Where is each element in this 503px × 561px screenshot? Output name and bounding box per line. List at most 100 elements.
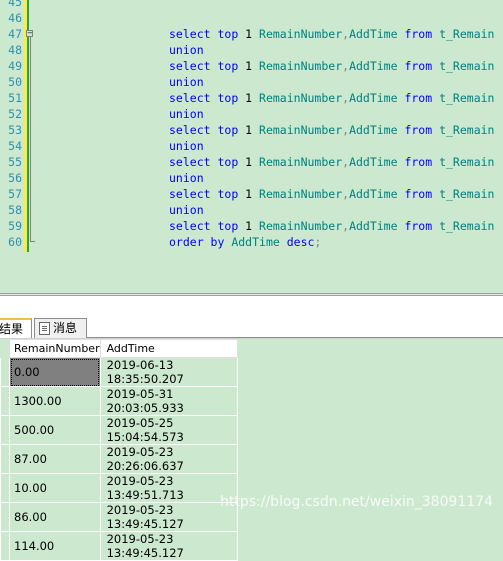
cell-remainnumber[interactable]: 1300.00	[9, 386, 101, 416]
code-text: union	[169, 138, 204, 154]
code-token: 1	[245, 27, 260, 41]
code-token: ;	[314, 235, 322, 249]
result-tabs: 结果 消息	[0, 318, 503, 338]
cell-addtime[interactable]: 2019-05-23 20:26:06.637	[99, 444, 238, 474]
cell-addtime[interactable]: 2019-05-23 13:49:45.127	[99, 531, 238, 561]
code-token: t_Remain	[439, 59, 495, 73]
line-number: 54	[8, 139, 22, 153]
code-line[interactable]: 60 order by AddTime desc;	[0, 234, 503, 250]
code-token: RemainNumber	[259, 91, 343, 105]
table-row[interactable]: 10.00 2019-05-23 13:49:51.713	[0, 473, 238, 503]
code-line[interactable]: 57 select top 1 RemainNumber,AddTime from…	[0, 186, 503, 202]
table-row[interactable]: 86.00 2019-05-23 13:49:45.127	[0, 502, 238, 532]
code-token: from	[404, 59, 440, 73]
cell-addtime[interactable]: 2019-05-23 13:49:45.127	[99, 502, 238, 532]
code-token: union	[169, 75, 204, 89]
row-header[interactable]	[0, 415, 10, 445]
line-number: 59	[8, 219, 22, 233]
code-token: select	[169, 27, 218, 41]
column-header-addtime[interactable]: AddTime	[99, 339, 238, 358]
code-token: AddTime	[349, 123, 405, 137]
code-text: union	[169, 106, 204, 122]
grid-corner[interactable]	[0, 339, 10, 358]
row-header[interactable]	[0, 357, 10, 387]
watermark: https://blog.csdn.net/weixin_38091174	[220, 494, 494, 510]
code-line[interactable]: 47 select top 1 RemainNumber,AddTime from…	[0, 26, 503, 42]
code-token: select	[169, 59, 218, 73]
code-token: 1	[245, 123, 260, 137]
code-token: top	[217, 27, 246, 41]
table-row[interactable]: 500.00 2019-05-25 15:04:54.573	[0, 415, 238, 445]
code-line[interactable]: 53 select top 1 RemainNumber,AddTime from…	[0, 122, 503, 138]
code-token: from	[404, 123, 440, 137]
tab-messages-label: 消息	[53, 321, 78, 335]
cell-addtime[interactable]: 2019-05-31 20:03:05.933	[99, 386, 238, 416]
code-token: 1	[245, 155, 260, 169]
table-row[interactable]: 0.00 2019-06-13 18:35:50.207	[0, 357, 238, 387]
cell-remainnumber[interactable]: 10.00	[9, 473, 101, 503]
code-token: from	[404, 187, 440, 201]
code-token: RemainNumber	[259, 123, 343, 137]
code-line[interactable]: 56 union	[0, 170, 503, 186]
code-line[interactable]: 51 select top 1 RemainNumber,AddTime from…	[0, 90, 503, 106]
code-token: top	[217, 155, 246, 169]
code-text: select top 1 RemainNumber,AddTime from t…	[169, 218, 494, 234]
line-number: 50	[8, 75, 22, 89]
table-row[interactable]: 87.00 2019-05-23 20:26:06.637	[0, 444, 238, 474]
code-token: top	[217, 219, 246, 233]
code-token: RemainNumber	[259, 27, 343, 41]
row-header[interactable]	[0, 531, 10, 561]
cell-remainnumber[interactable]: 500.00	[9, 415, 101, 445]
code-lines: 45 46 47 select top 1 RemainNumber,AddTime …	[0, 0, 503, 250]
code-token: union	[169, 171, 204, 185]
code-line[interactable]: 50 union	[0, 74, 503, 90]
cell-addtime[interactable]: 2019-05-23 13:49:51.713	[99, 473, 238, 503]
row-header[interactable]	[0, 473, 10, 503]
row-header[interactable]	[0, 502, 10, 532]
table-row[interactable]: 114.00 2019-05-23 13:49:45.127	[0, 531, 238, 561]
code-token: top	[217, 123, 246, 137]
row-header[interactable]	[0, 444, 10, 474]
table-row[interactable]: 1300.00 2019-05-31 20:03:05.933	[0, 386, 238, 416]
code-token: union	[169, 107, 204, 121]
cell-remainnumber[interactable]: 87.00	[9, 444, 101, 474]
code-token: t_Remain	[439, 123, 495, 137]
code-token: t_Remain	[439, 91, 495, 105]
cell-remainnumber[interactable]: 114.00	[9, 531, 101, 561]
sql-editor[interactable]: − 45 46 47 select top 1 RemainNumber,AddTim…	[0, 0, 503, 293]
code-token: t_Remain	[439, 155, 495, 169]
document-icon	[39, 322, 50, 335]
cell-remainnumber[interactable]: 86.00	[9, 502, 101, 532]
cell-remainnumber[interactable]: 0.00	[9, 357, 101, 387]
tab-results-label: 结果	[0, 322, 24, 336]
line-number: 53	[8, 123, 22, 137]
results-grid[interactable]: RemainNumber AddTime 0.00 2019-06-13 18:3…	[0, 339, 238, 561]
code-line[interactable]: 52 union	[0, 106, 503, 122]
code-line[interactable]: 49 select top 1 RemainNumber,AddTime from…	[0, 58, 503, 74]
line-number: 60	[8, 235, 22, 249]
code-line[interactable]: 54 union	[0, 138, 503, 154]
code-text: order by AddTime desc;	[169, 234, 321, 250]
code-token: AddTime	[231, 235, 287, 249]
code-token: AddTime	[349, 187, 405, 201]
code-token: by	[210, 235, 232, 249]
tab-results[interactable]: 结果	[0, 318, 32, 338]
code-token: select	[169, 187, 218, 201]
code-text: union	[169, 42, 204, 58]
cell-addtime[interactable]: 2019-05-25 15:04:54.573	[99, 415, 238, 445]
line-number: 57	[8, 187, 22, 201]
code-line[interactable]: 48 union	[0, 42, 503, 58]
code-line[interactable]: 46	[0, 10, 503, 26]
code-token: union	[169, 139, 204, 153]
code-line[interactable]: 59 select top 1 RemainNumber,AddTime from…	[0, 218, 503, 234]
code-token: 1	[245, 187, 260, 201]
code-line[interactable]: 45	[0, 0, 503, 10]
code-line[interactable]: 55 select top 1 RemainNumber,AddTime from…	[0, 154, 503, 170]
column-header-remainnumber[interactable]: RemainNumber	[9, 339, 101, 358]
cell-addtime[interactable]: 2019-06-13 18:35:50.207	[99, 357, 238, 387]
line-number: 45	[8, 0, 22, 9]
code-token: order	[169, 235, 211, 249]
code-line[interactable]: 58 union	[0, 202, 503, 218]
tab-messages[interactable]: 消息	[34, 318, 87, 338]
row-header[interactable]	[0, 386, 10, 416]
